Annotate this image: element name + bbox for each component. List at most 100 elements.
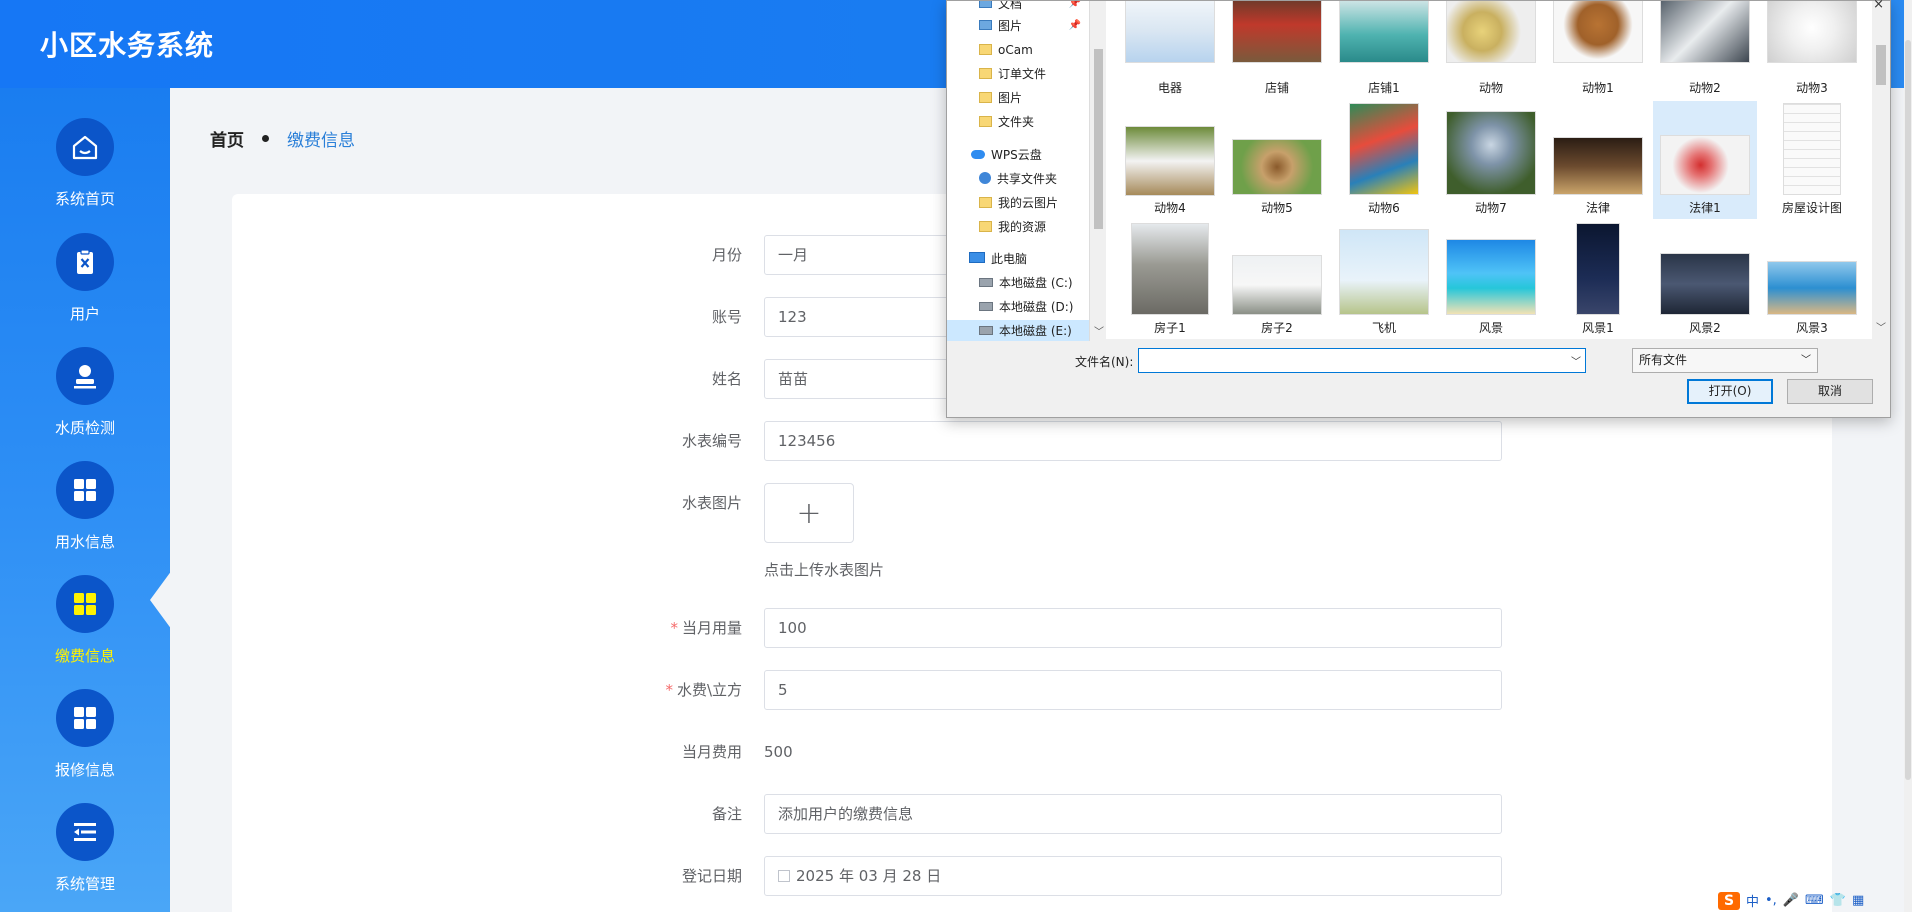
tree-item-label: 共享文件夹 [997,172,1058,186]
price-field[interactable]: 5 [764,670,1502,710]
tree-item[interactable]: 本地磁盘 (D:) [947,296,1089,318]
ime-language-indicator[interactable]: 中 [1746,891,1759,910]
filename-input[interactable]: ﹀ [1138,348,1586,373]
pictures-icon [979,20,992,30]
form-row-meter-no: 水表编号 123456 [232,421,1632,461]
cancel-button[interactable]: 取消 [1787,379,1873,404]
file-item[interactable]: 法律 [1546,101,1650,219]
tree-item[interactable]: 图片 [947,87,1089,109]
file-name: 动物3 [1796,81,1828,95]
breadcrumb-current: 缴费信息 [287,131,355,151]
file-item[interactable]: 动物 [1439,1,1543,99]
breadcrumb-home[interactable]: 首页 [210,126,244,151]
sidebar-item-label: 缴费信息 [54,647,115,665]
sidebar-item-label: 系统管理 [54,875,115,893]
usage-field[interactable]: 100 [764,608,1502,648]
tree-item[interactable]: 图片 📌 [947,15,1089,37]
tree-item-label: 本地磁盘 (D:) [999,300,1074,314]
file-item[interactable]: 飞机 [1332,221,1436,339]
tree-item-label: oCam [998,43,1033,57]
file-grid: 电器 店铺 店铺1 动物 动物1 动物2 动物3 动物4 动物5 动物6 动物7… [1106,1,1872,339]
document-icon [979,1,992,8]
file-item[interactable]: 动物2 [1653,1,1757,99]
remark-field[interactable]: 添加用户的缴费信息 [764,794,1502,834]
scrollbar-thumb[interactable] [1094,49,1103,229]
pin-icon: 📌 [1068,20,1081,31]
date-picker[interactable]: 2025 年 03 月 28 日 [764,856,1502,896]
file-name: 动物 [1478,81,1503,95]
date-value: 2025 年 03 月 28 日 [796,867,942,885]
file-item[interactable]: 风景1 [1546,221,1650,339]
scrollbar-thumb[interactable] [1905,40,1911,780]
page-scrollbar[interactable] [1904,0,1912,912]
upload-button[interactable]: + [764,483,854,543]
file-item[interactable]: 动物5 [1225,101,1329,219]
tree-item[interactable]: oCam [947,39,1089,61]
file-name: 房屋设计图 [1781,201,1842,215]
tree-item[interactable]: 我的云图片 [947,192,1089,214]
keyboard-icon[interactable]: ⌨ [1805,893,1824,908]
file-item[interactable]: 风景3 [1760,221,1864,339]
file-item[interactable]: 动物4 [1118,101,1222,219]
remark-label: 备注 [711,805,742,823]
tree-item[interactable]: 本地磁盘 (C:) [947,272,1089,294]
chevron-down-icon[interactable]: ﹀ [1571,353,1581,368]
microphone-icon[interactable]: 🎤 [1783,893,1799,908]
required-mark: * [670,619,678,637]
sidebar-item-water-quality[interactable]: 水质检测 [0,347,170,462]
bird-thumbnail [1349,103,1419,195]
punctuation-icon[interactable]: •, [1765,893,1777,908]
skin-icon[interactable]: 👕 [1830,893,1846,908]
tree-item[interactable]: 文件夹 [947,111,1089,133]
meter-no-field[interactable]: 123456 [764,421,1502,461]
blueprint-thumbnail [1783,103,1841,195]
tree-item[interactable]: 我的资源 [947,216,1089,238]
tree-scrollbar[interactable]: ﹀ [1089,1,1106,341]
meter-image-label: 水表图片 [681,494,742,512]
sidebar-item-payment[interactable]: 缴费信息 [0,575,170,690]
night-sky-thumbnail [1576,223,1620,315]
pier-thumbnail [1660,253,1750,315]
tree-item[interactable]: WPS云盘 [947,144,1089,166]
file-item[interactable]: 房屋设计图 [1760,101,1864,219]
file-item[interactable]: 店铺1 [1332,1,1436,99]
file-type-select[interactable]: 所有文件 ﹀ [1632,348,1818,373]
sidebar-item-system[interactable]: 系统管理 [0,803,170,912]
scroll-down-arrow[interactable]: ﹀ [1092,323,1106,338]
calendar-icon [778,870,790,882]
active-indicator [150,570,172,630]
sidebar-item-home[interactable]: 系统首页 [0,118,170,233]
tree-item[interactable]: 订单文件 [947,63,1089,85]
chevron-down-icon: ﹀ [1801,355,1811,366]
file-item[interactable]: 风景 [1439,221,1543,339]
open-button[interactable]: 打开(O) [1687,379,1773,404]
file-item[interactable]: 动物3 [1760,1,1864,99]
close-icon[interactable]: × [1873,0,1884,12]
file-item[interactable]: 房子1 [1118,221,1222,339]
grid-icon[interactable]: ▦ [1852,893,1864,908]
tree-item[interactable]: 此电脑 [947,248,1089,270]
tree-item[interactable]: 本地磁盘 (E:) [947,320,1089,341]
file-grid-scrollbar[interactable]: ﹀ [1872,1,1890,339]
file-item[interactable]: 电器 [1118,1,1222,99]
sidebar-item-users[interactable]: 用户 [0,233,170,348]
file-name: 动物7 [1475,201,1507,215]
scrollbar-thumb[interactable] [1876,45,1886,85]
form-row-price: * 水费\立方 5 [232,670,1632,710]
file-item[interactable]: 动物6 [1332,101,1436,219]
ime-logo-icon[interactable]: S [1718,891,1740,910]
tree-item[interactable]: 共享文件夹 [947,168,1089,190]
file-item[interactable]: 动物7 [1439,101,1543,219]
grid-icon [56,575,114,633]
drive-icon [979,278,993,287]
tree-item[interactable]: 文档 📌 [947,1,1089,15]
scroll-down-arrow[interactable]: ﹀ [1874,319,1888,334]
file-item[interactable]: 动物1 [1546,1,1650,99]
file-item[interactable]: 法律1 [1653,101,1757,219]
fee-value: 500 [764,743,793,761]
file-item[interactable]: 风景2 [1653,221,1757,339]
file-item[interactable]: 店铺 [1225,1,1329,99]
file-item[interactable]: 房子2 [1225,221,1329,339]
sidebar-item-repair[interactable]: 报修信息 [0,689,170,804]
sidebar-item-water-usage[interactable]: 用水信息 [0,461,170,576]
